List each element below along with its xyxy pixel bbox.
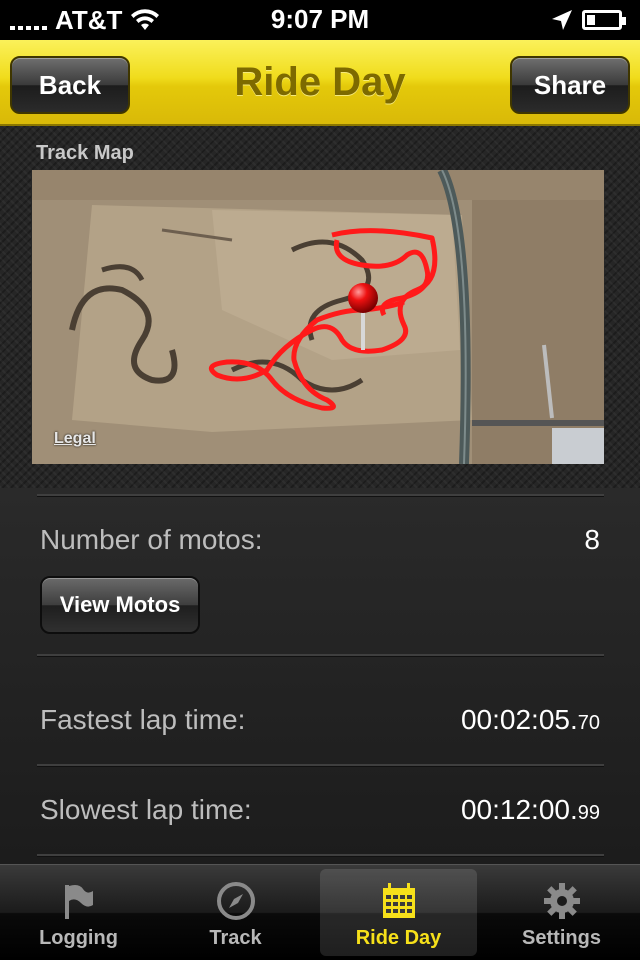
divider [37, 854, 604, 856]
status-left: AT&T [10, 5, 160, 36]
ride-stats-section: Number of motos: 8 View Motos Fastest la… [0, 488, 640, 864]
carrier-label: AT&T [55, 4, 123, 35]
tab-track[interactable]: Track [157, 865, 314, 960]
fastest-lap-value: 00:02:05.70 [461, 704, 600, 736]
view-motos-button[interactable]: View Motos [40, 576, 200, 634]
flag-icon [64, 885, 93, 919]
tab-ride-day-label: Ride Day [355, 927, 442, 949]
gear-icon [543, 883, 580, 919]
fastest-lap-fraction: 70 [577, 712, 600, 734]
tab-logging[interactable]: Logging [0, 865, 157, 960]
status-bar: AT&T 9:07 PM [0, 0, 640, 40]
fastest-lap-row: Fastest lap time: 00:02:05.70 [40, 704, 600, 736]
slowest-lap-fraction: 99 [577, 802, 600, 824]
tab-track-label: Track [209, 927, 262, 949]
battery-icon [582, 10, 626, 30]
tab-settings[interactable]: Settings [483, 865, 640, 960]
motos-value: 8 [584, 524, 600, 555]
tab-settings-label: Settings [522, 927, 601, 949]
status-right [550, 8, 630, 32]
motos-label: Number of motos: [40, 524, 263, 555]
tab-bar: Logging Track Ride Day Settings [0, 864, 640, 960]
slowest-lap-row: Slowest lap time: 00:12:00.99 [40, 794, 600, 826]
wifi-icon [131, 9, 160, 30]
fastest-lap-main: 00:02:05. [460, 704, 578, 735]
tab-ride-day[interactable]: Ride Day [320, 869, 477, 956]
location-arrow-icon [552, 10, 572, 30]
divider [37, 764, 604, 766]
map-legal-link[interactable]: Legal [54, 430, 96, 448]
navigation-bar: Back Ride Day Share [0, 40, 640, 126]
content-area: Track Map Legal Number of motos: 8 View … [0, 126, 640, 864]
slowest-lap-main: 00:12:00. [460, 794, 578, 825]
slowest-lap-value: 00:12:00.99 [461, 794, 600, 826]
calendar-icon [382, 883, 415, 918]
slowest-lap-label: Slowest lap time: [40, 794, 252, 825]
track-map-section: Track Map Legal [0, 126, 640, 488]
fastest-lap-label: Fastest lap time: [40, 704, 246, 735]
divider [37, 654, 604, 656]
compass-icon [216, 882, 255, 920]
divider [37, 494, 604, 496]
track-map-label: Track Map [36, 142, 134, 164]
share-button[interactable]: Share [510, 56, 630, 114]
tab-logging-label: Logging [39, 927, 118, 949]
track-map[interactable]: Legal [32, 170, 604, 464]
satellite-map-image [32, 170, 604, 464]
map-pin-icon[interactable] [348, 283, 378, 313]
signal-icon [10, 10, 47, 30]
motos-row: Number of motos: 8 [40, 524, 600, 556]
